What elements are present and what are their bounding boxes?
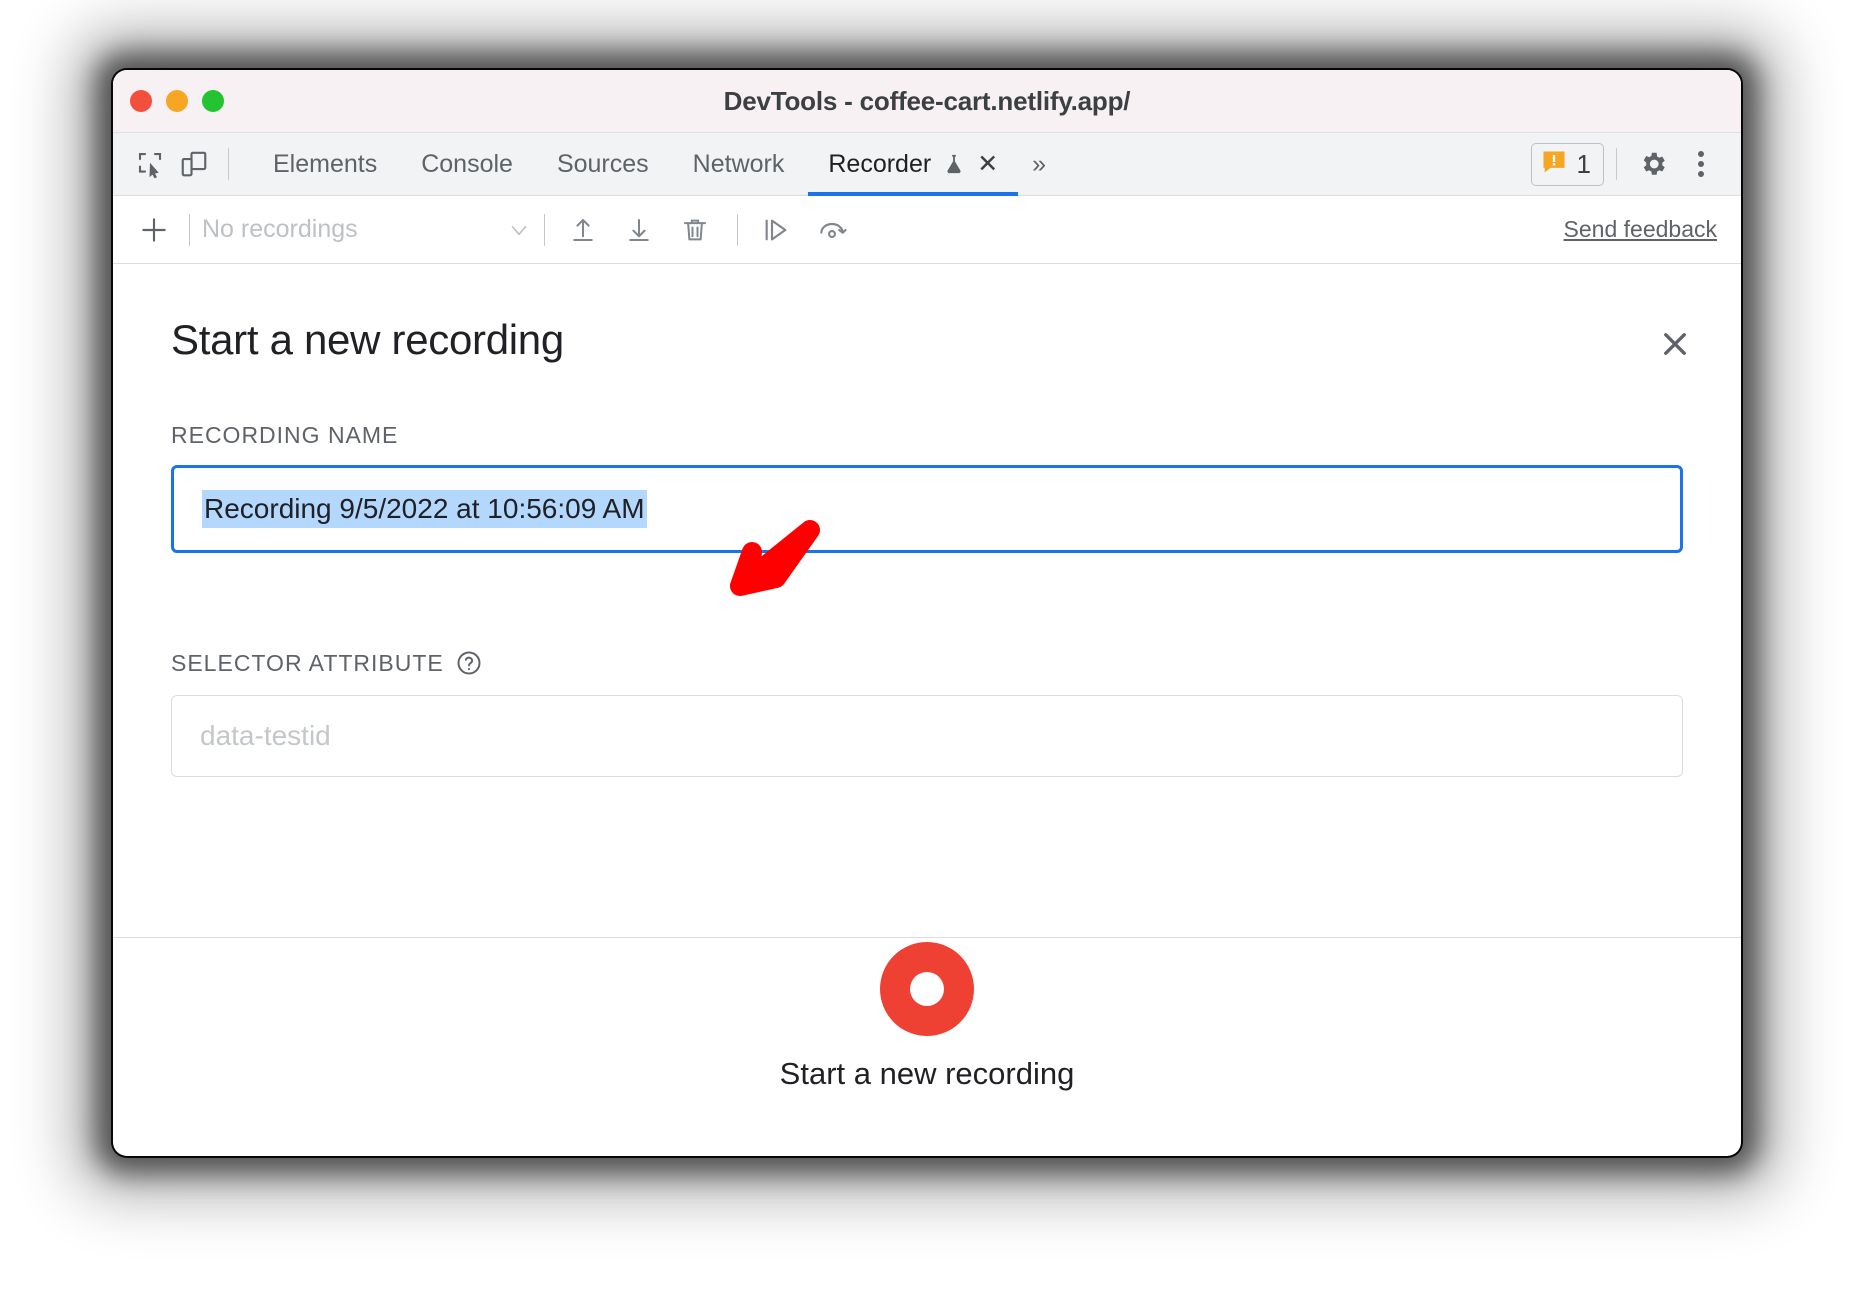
- tab-label: Recorder: [828, 149, 932, 178]
- warning-badge[interactable]: 1: [1530, 142, 1604, 186]
- more-vertical-icon[interactable]: [1677, 140, 1725, 188]
- tab-sources[interactable]: Sources: [535, 133, 671, 195]
- export-icon[interactable]: [613, 207, 665, 253]
- tabstrip-right-actions: 1: [1530, 133, 1725, 195]
- toolbar-divider-2: [544, 213, 545, 246]
- tab-elements[interactable]: Elements: [251, 133, 399, 195]
- help-circle-icon[interactable]: [455, 649, 483, 677]
- window-titlebar: DevTools - coffee-cart.netlify.app/: [113, 70, 1741, 133]
- device-toolbar-icon[interactable]: [172, 142, 216, 186]
- toolbar-divider-3: [737, 213, 738, 246]
- tab-console[interactable]: Console: [399, 133, 535, 195]
- recording-name-field: Recording name Recording 9/5/2022 at 10:…: [171, 422, 1683, 553]
- tabstrip-divider: [228, 148, 229, 180]
- tab-label: Network: [692, 149, 785, 178]
- selector-attribute-placeholder: data-testid: [200, 720, 331, 751]
- window-title: DevTools - coffee-cart.netlify.app/: [723, 85, 1131, 116]
- gear-icon[interactable]: [1629, 140, 1677, 188]
- step-icon[interactable]: [750, 207, 802, 253]
- import-icon[interactable]: [557, 207, 609, 253]
- recordings-select-value: No recordings: [202, 215, 358, 243]
- tab-list: Elements Console Sources Network Recorde…: [251, 133, 1058, 196]
- recordings-select[interactable]: No recordings: [202, 215, 532, 244]
- new-recording-form: Start a new recording Recording name Rec…: [113, 264, 1741, 937]
- right-actions-divider: [1616, 148, 1617, 180]
- tab-label: Console: [421, 149, 513, 178]
- tab-label: Sources: [556, 149, 649, 178]
- start-recording-label: Start a new recording: [779, 1055, 1075, 1091]
- send-feedback-link[interactable]: Send feedback: [1564, 216, 1717, 243]
- chevron-down-icon: [506, 217, 532, 243]
- selector-attribute-field: Selector attribute data-testid: [171, 649, 1683, 777]
- warning-badge-icon: [1540, 148, 1568, 181]
- tab-close-icon[interactable]: ✕: [977, 151, 998, 177]
- toolbar-divider-1: [189, 213, 190, 246]
- devtools-window: DevTools - coffee-cart.netlify.app/ Elem…: [113, 70, 1741, 1156]
- tab-label: Elements: [273, 149, 378, 178]
- start-recording-button[interactable]: Start a new recording: [113, 937, 1741, 1095]
- inspect-element-icon[interactable]: [128, 142, 172, 186]
- tabs-overflow-icon[interactable]: »: [1020, 150, 1058, 179]
- trash-icon[interactable]: [669, 207, 721, 253]
- warning-count: 1: [1576, 148, 1591, 179]
- screenshot-root: DevTools - coffee-cart.netlify.app/ Elem…: [0, 0, 1854, 1310]
- recorder-panel-body: Start a new recording Recording name Rec…: [113, 264, 1741, 1095]
- recording-name-value: Recording 9/5/2022 at 10:56:09 AM: [202, 490, 647, 528]
- selector-attribute-label: Selector attribute: [171, 649, 1683, 677]
- close-icon[interactable]: [1651, 320, 1699, 368]
- selector-attribute-label-text: Selector attribute: [171, 649, 444, 676]
- devtools-tabstrip: Elements Console Sources Network Recorde…: [113, 133, 1741, 196]
- tab-recorder[interactable]: Recorder ✕: [806, 133, 1020, 196]
- flask-icon: [943, 151, 965, 177]
- tab-network[interactable]: Network: [671, 133, 807, 195]
- recording-name-label: Recording name: [171, 422, 399, 448]
- recorder-toolbar: No recordings Send feedback: [113, 196, 1741, 264]
- recording-name-input[interactable]: Recording 9/5/2022 at 10:56:09 AM: [171, 465, 1683, 553]
- add-recording-button[interactable]: [131, 207, 177, 253]
- selector-attribute-input[interactable]: data-testid: [171, 695, 1683, 777]
- record-circle-icon: [880, 941, 974, 1036]
- page-title: Start a new recording: [171, 316, 564, 363]
- replay-icon[interactable]: [806, 207, 858, 253]
